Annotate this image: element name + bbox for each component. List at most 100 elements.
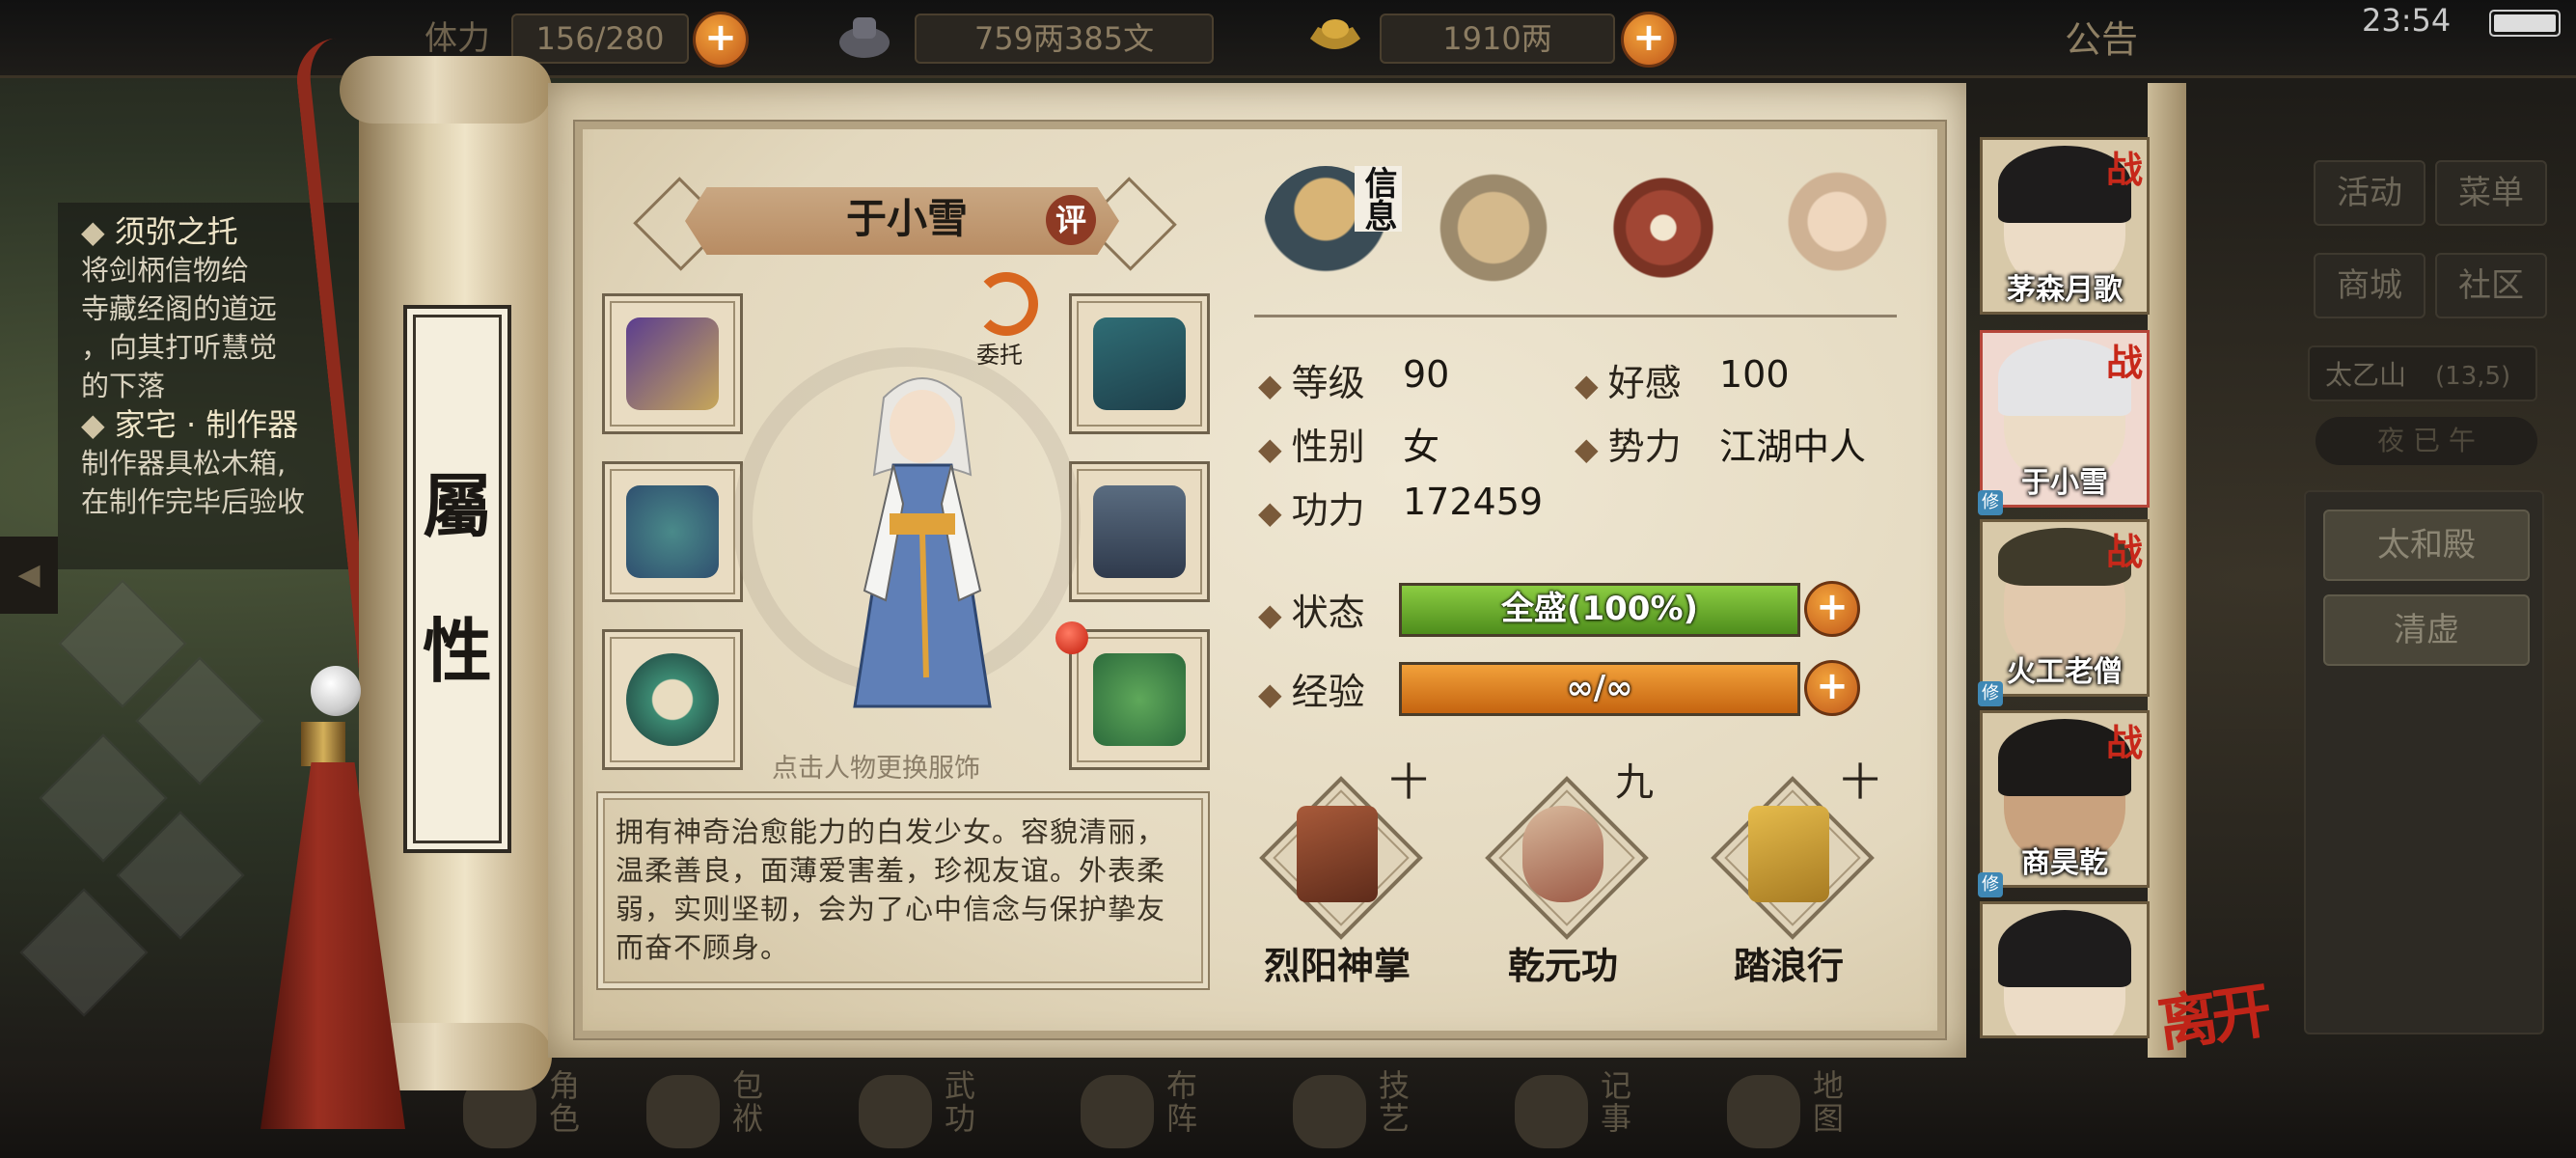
exp-bar-text: ∞/∞ xyxy=(1566,669,1633,707)
battle-tag: 战 xyxy=(2105,341,2143,384)
state-label: ◆ 状态 xyxy=(1258,592,1365,634)
add-exp-button[interactable]: + xyxy=(1804,660,1860,716)
skill-roll-icon xyxy=(1522,806,1603,902)
equip-slot-armguard[interactable] xyxy=(602,293,743,434)
attribute-tab-label: 屬 性 xyxy=(403,305,511,853)
cultivation-badge: 修 xyxy=(1978,681,2003,706)
bagua-icon[interactable] xyxy=(1602,166,1725,290)
party-member-2[interactable]: 战 于小雪 xyxy=(1980,330,2150,508)
tassel-cap xyxy=(301,722,345,766)
leave-button[interactable]: 离开 xyxy=(2151,962,2270,1063)
nav-martial-arts[interactable]: 武功 xyxy=(849,1069,1003,1150)
bag-icon xyxy=(646,1075,720,1148)
equip-slot-headwear[interactable] xyxy=(1069,293,1210,434)
collapse-quest-arrow-icon[interactable]: ◀ xyxy=(0,537,58,614)
exp-label: ◆ 经验 xyxy=(1258,671,1365,713)
skill-3-name[interactable]: 踏浪行 xyxy=(1683,936,1895,989)
party-member-3[interactable]: 战 火工老僧 xyxy=(1980,519,2150,697)
journal-icon xyxy=(1515,1075,1588,1148)
tab-divider xyxy=(1254,315,1897,317)
equip-slot-armor[interactable] xyxy=(1069,461,1210,602)
tools-icon xyxy=(1293,1075,1366,1148)
tab-info-label[interactable]: 信息 xyxy=(1355,166,1402,232)
nav-bag[interactable]: 包袱 xyxy=(637,1069,791,1150)
member-name: 商昊乾 xyxy=(2021,846,2108,880)
equip-slot-ring[interactable] xyxy=(602,629,743,770)
battle-tag: 战 xyxy=(2105,148,2143,191)
nav-formation[interactable]: 布阵 xyxy=(1071,1069,1225,1150)
scroll-right-edge xyxy=(2148,83,2186,1058)
floor-tile xyxy=(116,811,245,940)
shop-button[interactable]: 商城 xyxy=(2314,253,2425,318)
state-bar: 全盛(100%) xyxy=(1399,583,1800,637)
state-bar-text: 全盛(100%) xyxy=(1500,590,1699,628)
entrust-icon[interactable] xyxy=(974,272,1038,336)
power-label: ◆ 功力 xyxy=(1258,489,1365,532)
skill-scroll-icon xyxy=(1297,806,1378,902)
power-value: 172459 xyxy=(1403,481,1544,523)
coin-pouch-icon xyxy=(839,17,890,58)
skill-book-icon xyxy=(1748,806,1829,902)
attr-char-2: 性 xyxy=(422,610,492,692)
attr-char-1: 屬 xyxy=(422,465,492,547)
money-value: 759两385文 xyxy=(915,14,1214,64)
community-button[interactable]: 社区 xyxy=(2435,253,2547,318)
rate-button[interactable]: 评 xyxy=(1046,195,1096,245)
add-gold-button[interactable]: + xyxy=(1621,12,1677,68)
location-name: 太乙山 xyxy=(2325,359,2407,391)
faction-value: 江湖中人 xyxy=(1719,426,1867,468)
nav-journal[interactable]: 记事 xyxy=(1505,1069,1659,1150)
member-name: 于小雪 xyxy=(2021,466,2108,500)
battle-tag: 战 xyxy=(2105,530,2143,573)
level-value: 90 xyxy=(1403,353,1450,396)
battery-icon xyxy=(2489,10,2561,37)
armguard-icon xyxy=(626,317,719,410)
floor-tile xyxy=(19,888,149,1017)
stamina-value: 156/280 xyxy=(511,14,689,64)
headwear-icon xyxy=(1093,317,1186,410)
entrust-label[interactable]: 委托 xyxy=(976,336,1023,370)
cultivation-badge: 修 xyxy=(1978,872,2003,897)
clock: 23:54 xyxy=(2362,2,2452,39)
nav-crafts[interactable]: 技艺 xyxy=(1283,1069,1438,1150)
skill-3-level: 十 xyxy=(1841,760,1879,805)
member-name: 茅森月歌 xyxy=(2007,273,2123,307)
party-member-5[interactable] xyxy=(1980,901,2150,1038)
new-item-red-dot xyxy=(1055,621,1088,654)
faction-label: ◆ 势力 xyxy=(1575,426,1682,468)
location-display: 太乙山 (13,5) xyxy=(2308,345,2537,401)
cultivation-badge: 修 xyxy=(1978,490,2003,515)
equip-slot-gauntlet[interactable] xyxy=(602,461,743,602)
books-icon xyxy=(859,1075,932,1148)
skill-2-name[interactable]: 乾元功 xyxy=(1457,936,1669,989)
equip-slot-accessory[interactable] xyxy=(1069,629,1210,770)
map-icon xyxy=(1727,1075,1800,1148)
notice-button[interactable]: 公告 xyxy=(2065,10,2138,63)
member-hair xyxy=(1998,910,2131,987)
character-portrait[interactable] xyxy=(826,359,1019,726)
gender-label: ◆ 性别 xyxy=(1258,426,1365,468)
place-taihe-hall[interactable]: 太和殿 xyxy=(2323,510,2530,581)
skill-1-name[interactable]: 烈阳神掌 xyxy=(1231,936,1443,989)
member-name: 火工老僧 xyxy=(2007,655,2123,689)
change-outfit-hint: 点击人物更换服饰 xyxy=(772,754,980,784)
level-label: ◆ 等级 xyxy=(1258,362,1365,404)
time-of-day: 夜 已 午 xyxy=(2316,417,2537,465)
activity-button[interactable]: 活动 xyxy=(2314,160,2425,226)
restore-state-button[interactable]: + xyxy=(1804,581,1860,637)
nav-map[interactable]: 地图 xyxy=(1717,1069,1872,1150)
party-member-1[interactable]: 战 茅森月歌 xyxy=(1980,137,2150,315)
character-description: 拥有神奇治愈能力的白发少女。容貌清丽，温柔善良，面薄爱害羞，珍视友谊。外表柔弱，… xyxy=(596,791,1210,990)
place-qingxu[interactable]: 清虚 xyxy=(2323,594,2530,666)
add-stamina-button[interactable]: + xyxy=(693,12,749,68)
stamina-label: 体力 xyxy=(425,19,490,58)
tassel-bead xyxy=(311,666,361,716)
skill-1-level: 十 xyxy=(1389,760,1428,805)
gold-value: 1910两 xyxy=(1380,14,1615,64)
gold-ingot-icon xyxy=(1310,19,1360,49)
body-meridian-icon[interactable] xyxy=(1769,166,1893,290)
menu-button[interactable]: 菜单 xyxy=(2435,160,2547,226)
scroll-map-icon[interactable] xyxy=(1432,166,1555,290)
gauntlet-icon xyxy=(626,485,719,578)
party-member-4[interactable]: 战 商昊乾 xyxy=(1980,710,2150,888)
